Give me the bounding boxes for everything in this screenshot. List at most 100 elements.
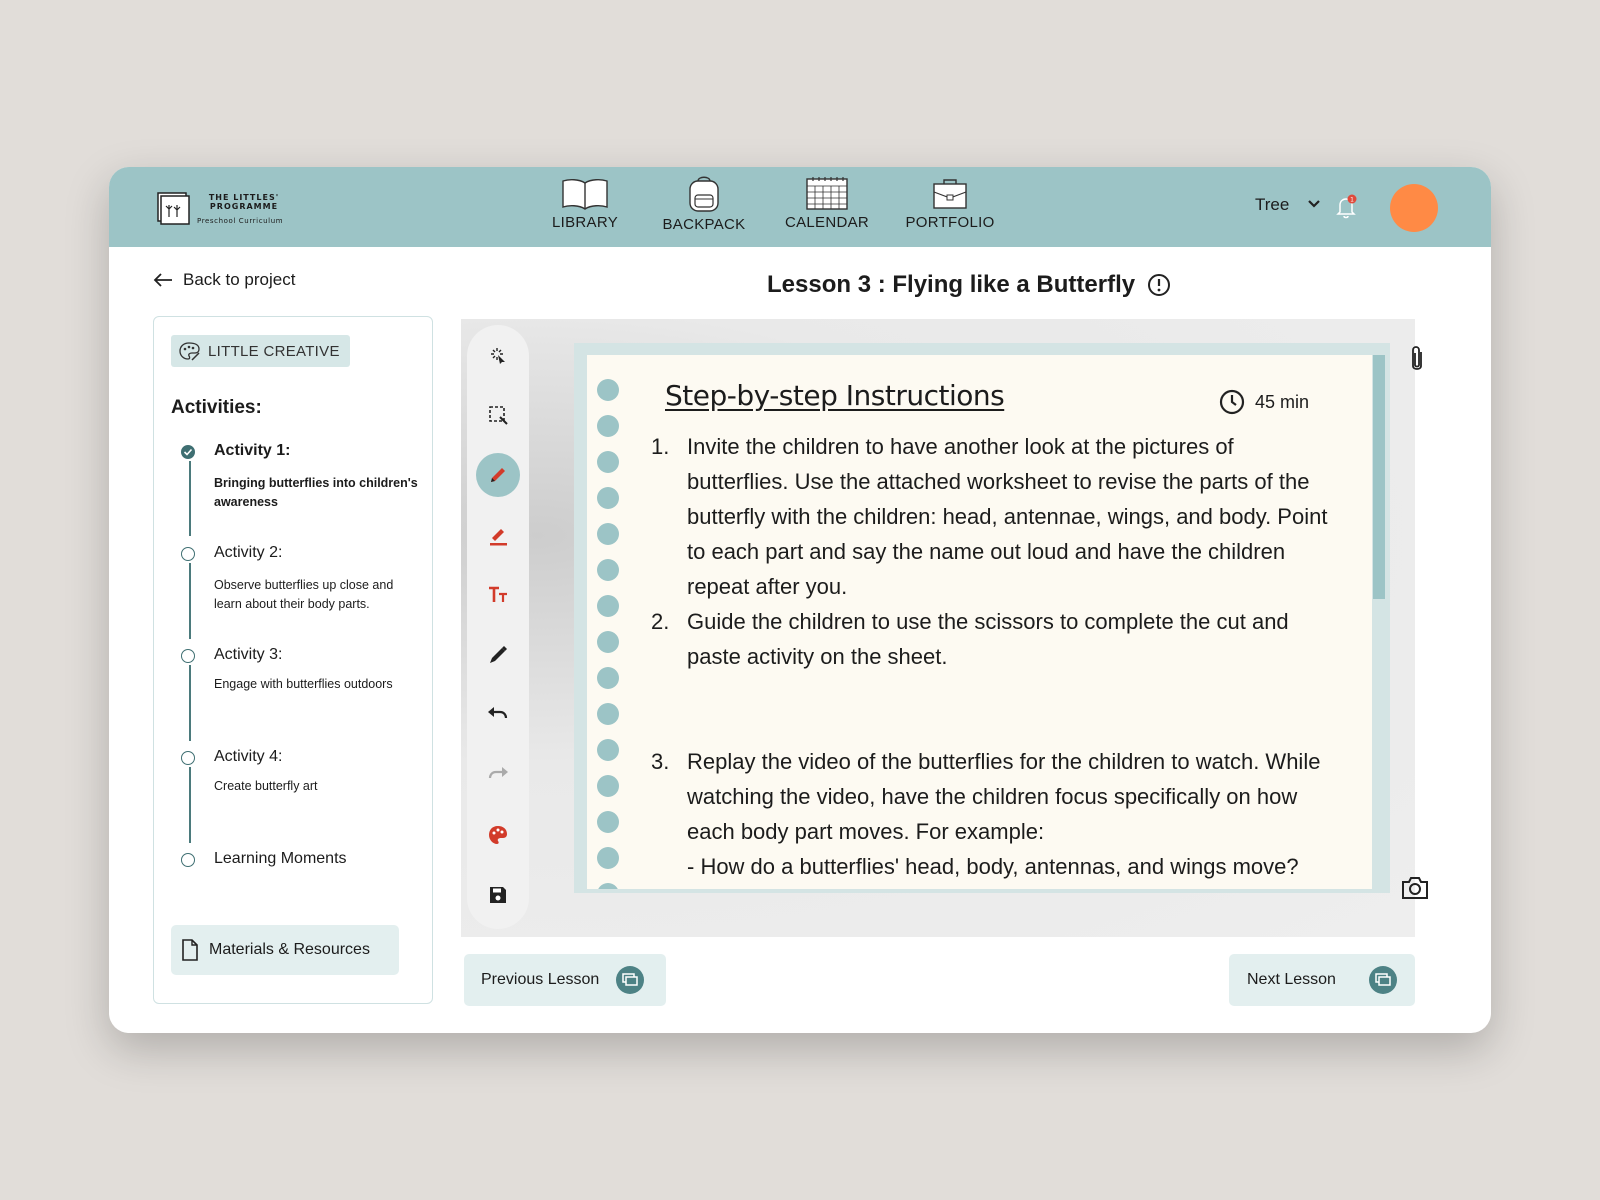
binder-hole [597, 595, 619, 617]
tool-highlighter[interactable] [476, 513, 520, 557]
binder-hole [597, 523, 619, 545]
nav-portfolio[interactable]: PORTFOLIO [895, 171, 1005, 231]
document-icon [182, 939, 198, 961]
next-lesson-label: Next Lesson [1247, 971, 1336, 988]
marquee-select-icon [489, 406, 508, 425]
chevron-down-icon[interactable] [1307, 197, 1321, 211]
user-avatar[interactable] [1390, 184, 1438, 232]
step-number: 2. [651, 609, 670, 634]
annotation-toolbar [467, 325, 529, 929]
status-circle-icon [181, 751, 195, 765]
redo-icon [488, 767, 508, 779]
binder-hole [597, 703, 619, 725]
tool-palette[interactable] [476, 813, 520, 857]
tool-pencil[interactable] [476, 453, 520, 497]
nav-library-label: LIBRARY [551, 214, 619, 231]
nav-calendar-label: CALENDAR [784, 214, 870, 231]
book-icon [562, 178, 608, 210]
palette-icon [489, 826, 507, 844]
nav-backpack[interactable]: BACKPACK [649, 171, 759, 233]
binder-hole [597, 883, 619, 889]
binder-hole [597, 487, 619, 509]
marker-icon [490, 646, 507, 663]
palette-brush-icon [179, 342, 200, 361]
notification-count: 1 [1350, 197, 1354, 204]
step-number: 3. [651, 749, 670, 774]
category-badge: LITTLE CREATIVE [171, 335, 350, 367]
timeline-connector [189, 665, 191, 741]
materials-resources-button[interactable]: Materials & Resources [171, 925, 399, 975]
calendar-icon [806, 177, 848, 210]
timeline-connector [189, 461, 191, 536]
info-icon[interactable] [1147, 273, 1171, 297]
nav-calendar[interactable]: CALENDAR [772, 171, 882, 231]
binder-hole [597, 739, 619, 761]
notification-bell-icon[interactable]: 1 [1335, 194, 1359, 220]
nav-portfolio-label: PORTFOLIO [905, 214, 995, 231]
binder-hole [597, 379, 619, 401]
activity-title: Activity 2: [214, 544, 283, 561]
undo-icon [488, 707, 508, 719]
arrow-left-icon [153, 273, 172, 287]
slides-icon [1368, 966, 1397, 994]
app-window: THE LITTLES' PROGRAMME Preschool Curricu… [109, 167, 1491, 1033]
worksheet-frame: Step-by-step Instructions 45 min 1. Invi… [574, 343, 1390, 893]
paperclip-icon[interactable] [1405, 344, 1429, 376]
binder-hole [597, 631, 619, 653]
activity-desc: Create butterfly art [214, 779, 318, 793]
brand-line1: THE LITTLES' [208, 193, 280, 202]
binder-hole [597, 415, 619, 437]
magic-select-icon [491, 348, 505, 364]
binder-hole [597, 559, 619, 581]
lesson-canvas[interactable]: Step-by-step Instructions 45 min 1. Invi… [461, 319, 1415, 937]
worksheet-page[interactable]: Step-by-step Instructions 45 min 1. Invi… [587, 355, 1372, 889]
lesson-title: Lesson 3 : Flying like a Butterfly [767, 271, 1171, 299]
user-name[interactable]: Tree [1255, 195, 1289, 215]
binder-hole [597, 667, 619, 689]
tool-magic-select[interactable] [476, 333, 520, 377]
activity-desc: Observe butterflies up close and learn a… [214, 578, 394, 611]
check-circle-icon [181, 445, 195, 459]
activity-desc: Engage with butterflies outdoors [214, 677, 393, 691]
category-badge-label: LITTLE CREATIVE [208, 342, 340, 360]
brand-name: THE LITTLES' PROGRAMME [201, 193, 287, 211]
activities-sidebar: LITTLE CREATIVE Activities: Activity 1: … [153, 316, 433, 1004]
tool-marquee-select[interactable] [476, 393, 520, 437]
brand-logo[interactable]: THE LITTLES' PROGRAMME Preschool Curricu… [155, 189, 305, 229]
next-lesson-button[interactable]: Next Lesson [1229, 954, 1415, 1006]
highlighter-icon [490, 529, 507, 546]
tool-marker[interactable] [476, 633, 520, 677]
previous-lesson-label: Previous Lesson [481, 971, 600, 988]
worksheet-scrollbar[interactable] [1373, 355, 1385, 599]
back-link-label: Back to project [183, 270, 296, 289]
activity-title: Activity 3: [214, 646, 283, 663]
tool-text-size[interactable] [476, 573, 520, 617]
brand-tagline: Preschool Curriculum [197, 217, 284, 225]
briefcase-icon [933, 179, 967, 209]
tool-save[interactable] [476, 873, 520, 917]
activity-desc: Bringing butterflies into children's awa… [214, 476, 418, 509]
back-to-project-link[interactable]: Back to project [153, 270, 295, 290]
text-size-icon [489, 586, 507, 602]
previous-lesson-button[interactable]: Previous Lesson [464, 954, 666, 1006]
status-circle-icon [181, 853, 195, 867]
step-number: 1. [651, 434, 670, 459]
binder-hole [597, 811, 619, 833]
pencil-icon [491, 468, 505, 482]
step-text: - How do a butterflies' head, body, ante… [687, 854, 1299, 879]
nav-backpack-label: BACKPACK [662, 216, 746, 233]
activity-title: Activity 1: [214, 442, 291, 459]
duration: 45 min [1219, 389, 1309, 415]
step-text: Guide the children to use the scissors t… [687, 609, 1289, 669]
backpack-icon [689, 176, 719, 212]
save-icon [490, 887, 506, 903]
step-text: Replay the video of the butterflies for … [687, 749, 1321, 844]
tool-redo[interactable] [476, 753, 520, 797]
camera-icon[interactable] [1400, 875, 1430, 901]
lesson-title-text: Lesson 3 : Flying like a Butterfly [767, 271, 1136, 298]
tool-undo[interactable] [476, 693, 520, 737]
binder-hole [597, 451, 619, 473]
brand-line2: PROGRAMME [209, 202, 279, 211]
nav-library[interactable]: LIBRARY [530, 171, 640, 231]
activity-title: Learning Moments [214, 850, 347, 867]
